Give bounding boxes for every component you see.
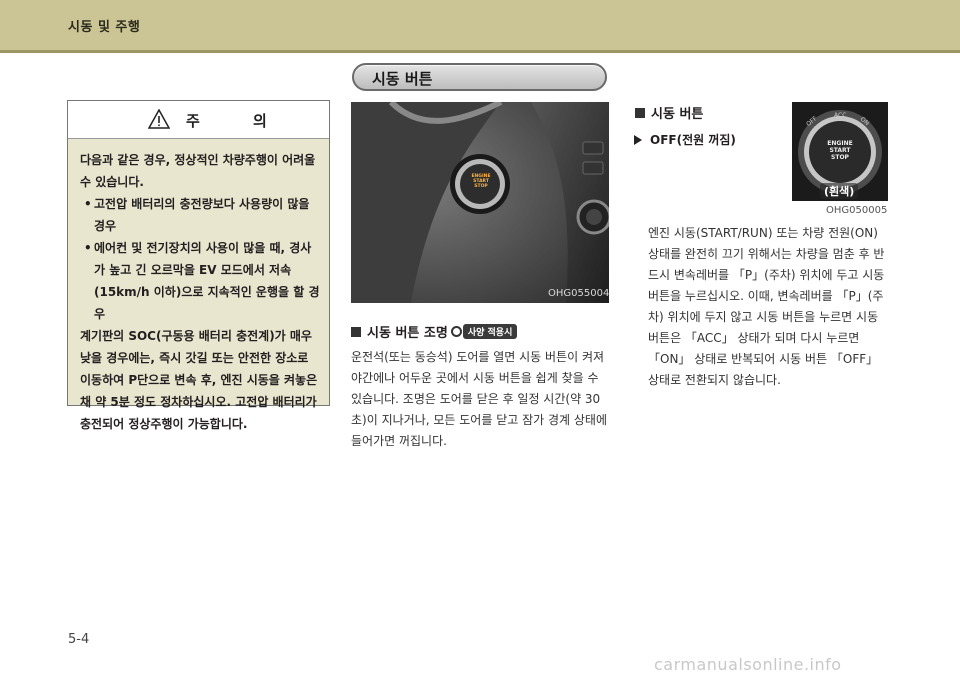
start-button-label: ENGINE START STOP — [470, 174, 492, 189]
off-subheading: OFF(전원 꺼짐) — [634, 131, 736, 148]
page-number: 5-4 — [68, 632, 90, 647]
start-button-text: ENGINE START STOP — [820, 140, 860, 161]
caution-outro: 계기판의 SOC(구동용 배터리 충전계)가 매우 낮을 경우에는, 즉시 갓길… — [80, 329, 318, 431]
chapter-title: 시동 및 주행 — [68, 20, 141, 35]
option-badge: 사양 적용시 — [450, 324, 518, 339]
bullet-dot: • — [84, 241, 92, 255]
caution-intro: 다음과 같은 경우, 정상적인 차량주행이 어려울 수 있습니다. — [80, 153, 316, 189]
ring-label-acc: ACC — [834, 112, 847, 119]
caution-header: 주 의 — [68, 101, 329, 139]
off-subheading-text: OFF(전원 꺼짐) — [650, 133, 736, 147]
start-button-heading-text: 시동 버튼 — [651, 107, 704, 122]
off-description: 엔진 시동(START/RUN) 또는 차량 전원(ON) 상태를 완전히 끄기… — [648, 226, 885, 387]
stop-text: STOP — [831, 154, 849, 161]
caution-bullet: • 에어컨 및 전기장치의 사용이 많을 때, 경사가 높고 긴 오르막을 EV… — [80, 237, 322, 325]
caution-body: 다음과 같은 경우, 정상적인 차량주행이 어려울 수 있습니다. • 고전압 … — [80, 149, 322, 435]
option-badge-label: 사양 적용시 — [462, 324, 518, 339]
caution-bullet-text: 에어컨 및 전기장치의 사용이 많을 때, 경사가 높고 긴 오르막을 EV 모… — [94, 241, 320, 321]
lighting-text: 운전석(또는 동승석) 도어를 열면 시동 버튼이 켜져 야간에나 어두운 곳에… — [351, 350, 607, 448]
caution-bullet-text: 고전압 배터리의 충전량보다 사용량이 많을 경우 — [94, 197, 310, 233]
dashboard-photo: ENGINE START STOP — [351, 102, 609, 303]
color-tag: (흰색) — [820, 183, 859, 199]
warning-triangle-icon — [148, 109, 170, 129]
caution-bullet: • 고전압 배터리의 충전량보다 사용량이 많을 경우 — [80, 193, 322, 237]
bullet-dot: • — [84, 197, 92, 211]
dashboard-illustration — [351, 102, 609, 303]
lighting-heading-text: 시동 버튼 조명 — [367, 326, 448, 341]
option-circle-icon — [450, 326, 462, 337]
engine-text: ENGINE — [827, 140, 853, 147]
start-text: START — [829, 147, 851, 154]
lighting-heading: 시동 버튼 조명 사양 적용시 — [351, 322, 518, 341]
square-bullet-icon — [351, 326, 361, 337]
stop-text: STOP — [474, 184, 488, 189]
triangle-bullet-icon — [634, 134, 642, 145]
section-title: 시동 버튼 — [372, 70, 433, 88]
photo-code: OHG055004 — [548, 288, 610, 299]
header-bar — [0, 0, 960, 50]
caution-title: 주 의 — [186, 112, 291, 130]
caution-box: 주 의 다음과 같은 경우, 정상적인 차량주행이 어려울 수 있습니다. • … — [67, 100, 330, 431]
square-bullet-icon — [635, 107, 645, 118]
watermark: carmanualsonline.info — [654, 655, 842, 674]
start-button-heading: 시동 버튼 — [635, 103, 703, 122]
photo-code: OHG050005 — [826, 205, 888, 216]
header-divider — [0, 50, 960, 53]
section-title-pill: 시동 버튼 — [352, 63, 607, 91]
